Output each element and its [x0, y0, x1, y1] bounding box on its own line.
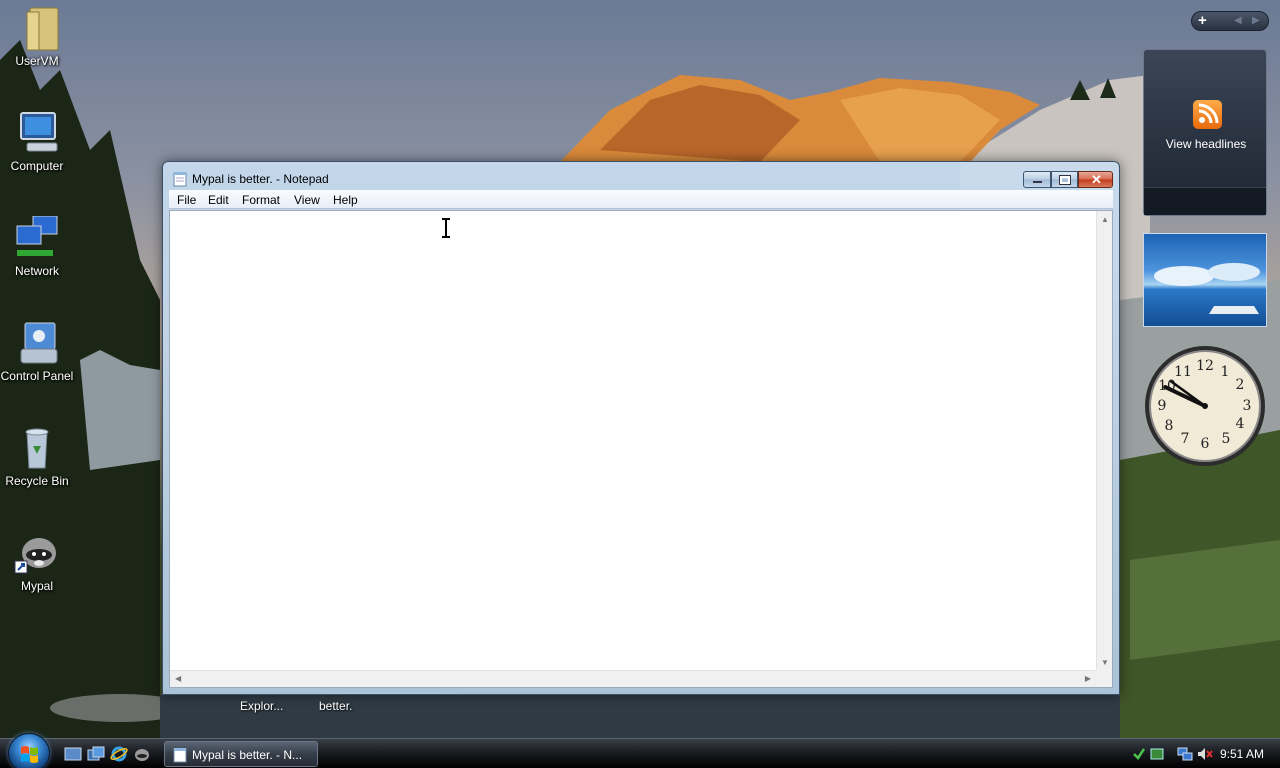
scroll-down-icon[interactable]: ▼ [1101, 658, 1109, 667]
desktop-icon-mypal[interactable]: Mypal [0, 531, 74, 594]
desktop-icon-network[interactable]: Network [0, 215, 74, 279]
next-gadget-icon[interactable]: ▶ [1252, 15, 1260, 26]
desktop-icon-recycle-bin[interactable]: Recycle Bin [0, 426, 74, 489]
svg-text:7: 7 [1181, 431, 1190, 447]
mypal-icon [13, 531, 61, 577]
menu-bar: File Edit Format View Help [169, 190, 1113, 209]
menu-format[interactable]: Format [242, 193, 280, 207]
windows-logo-icon [21, 746, 38, 763]
view-headlines-link[interactable]: View headlines [1144, 137, 1268, 151]
desktop-icon-uservm[interactable]: UserVM [0, 6, 74, 69]
menu-help[interactable]: Help [333, 193, 358, 207]
window-title: Mypal is better. - Notepad [192, 172, 329, 186]
feed-headlines-gadget[interactable]: View headlines [1143, 49, 1267, 216]
windows-update-tray-icon[interactable] [1149, 746, 1165, 762]
text-editor[interactable]: ▲ ▼ ◀ ▶ [169, 210, 1113, 688]
security-tray-icon[interactable] [1131, 746, 1147, 762]
mypal-quicklaunch-icon[interactable] [133, 746, 151, 762]
scroll-up-icon[interactable]: ▲ [1101, 215, 1109, 224]
desktop-icon-label-explorer[interactable]: Explor... [240, 699, 283, 713]
svg-text:8: 8 [1165, 418, 1174, 434]
maximize-icon [1059, 175, 1071, 185]
scroll-left-icon[interactable]: ◀ [175, 674, 181, 683]
vertical-scrollbar[interactable]: ▲ ▼ [1096, 211, 1112, 671]
desktop-icon-computer[interactable]: Computer [0, 111, 74, 174]
switch-windows-icon[interactable] [87, 746, 105, 762]
volume-muted-icon[interactable] [1197, 746, 1213, 762]
svg-text:2: 2 [1236, 377, 1245, 393]
slideshow-gadget[interactable] [1143, 233, 1267, 327]
desktop-icon-label-mypal-text[interactable]: better. [319, 699, 352, 713]
desktop-icon-label: UserVM [15, 54, 59, 68]
scroll-right-icon[interactable]: ▶ [1085, 674, 1091, 683]
close-icon: ✕ [1091, 172, 1102, 187]
add-gadget-button[interactable]: + [1198, 12, 1207, 29]
recycle-bin-icon [13, 426, 61, 472]
text-cursor-icon [440, 218, 452, 238]
maximize-button[interactable] [1051, 171, 1078, 188]
computer-icon [13, 111, 61, 157]
svg-text:6: 6 [1201, 436, 1210, 452]
feed-gadget-footer [1144, 187, 1266, 215]
resize-grip[interactable] [1095, 670, 1112, 687]
control-panel-icon [13, 321, 61, 367]
start-button[interactable] [8, 733, 50, 768]
desktop-icon-label: Control Panel [0, 369, 74, 383]
horizontal-scrollbar[interactable]: ◀ ▶ [170, 670, 1096, 687]
menu-edit[interactable]: Edit [208, 193, 229, 207]
rss-icon [1193, 100, 1222, 129]
taskbar-button-label: Mypal is better. - N... [192, 748, 303, 762]
desktop-icon-label: Recycle Bin [5, 474, 69, 488]
svg-text:5: 5 [1222, 431, 1231, 447]
desktop-icon-label: Computer [10, 159, 64, 173]
sidebar-controls: + ◀ ▶ [1191, 11, 1269, 31]
minimize-button[interactable] [1023, 171, 1051, 188]
close-button[interactable]: ✕ [1078, 171, 1113, 188]
svg-text:4: 4 [1236, 416, 1245, 432]
desktop-icon-control-panel[interactable]: Control Panel [0, 321, 74, 384]
network-tray-icon[interactable] [1177, 746, 1193, 762]
svg-text:12: 12 [1196, 358, 1214, 374]
clock-gadget[interactable]: 1212 345 678 91011 [1143, 344, 1267, 468]
notepad-icon [173, 171, 187, 187]
network-icon [13, 215, 61, 262]
minimize-icon [1033, 181, 1042, 183]
menu-file[interactable]: File [177, 193, 196, 207]
folder-icon [13, 6, 61, 52]
menu-view[interactable]: View [294, 193, 320, 207]
svg-text:3: 3 [1243, 398, 1252, 414]
system-clock[interactable]: 9:51 AM [1220, 747, 1264, 761]
desktop-icon-label: Network [14, 264, 59, 278]
svg-text:11: 11 [1174, 364, 1192, 380]
desktop-icon-label: Mypal [20, 579, 53, 593]
notepad-icon [173, 747, 187, 763]
notepad-window[interactable]: Mypal is better. - Notepad ✕ File Edit F… [162, 161, 1120, 695]
taskbar-button-notepad[interactable]: Mypal is better. - N... [164, 741, 318, 767]
svg-text:9: 9 [1158, 398, 1167, 414]
taskbar: Mypal is better. - N... 9:51 AM [0, 733, 1280, 768]
title-bar[interactable]: Mypal is better. - Notepad ✕ [163, 162, 1119, 190]
show-desktop-icon[interactable] [64, 746, 82, 762]
internet-explorer-icon[interactable] [110, 746, 128, 762]
prev-gadget-icon[interactable]: ◀ [1234, 15, 1242, 26]
svg-text:1: 1 [1221, 364, 1230, 380]
